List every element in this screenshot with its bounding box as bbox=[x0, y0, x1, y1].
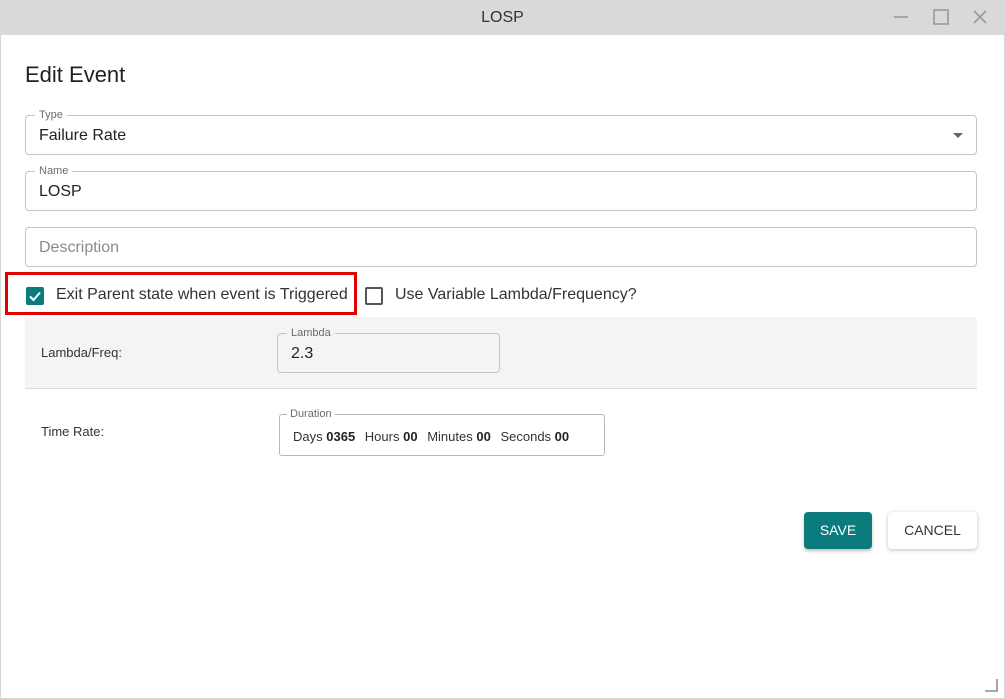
days-label: Days bbox=[293, 429, 323, 444]
close-icon[interactable] bbox=[969, 6, 991, 28]
window-titlebar: LOSP bbox=[0, 0, 1005, 35]
seconds-label: Seconds bbox=[500, 429, 552, 444]
duration-legend: Duration bbox=[287, 407, 335, 421]
minimize-icon[interactable] bbox=[890, 6, 912, 28]
name-input[interactable]: Name LOSP bbox=[25, 164, 977, 211]
minutes-unit[interactable]: Minutes 00 bbox=[427, 429, 491, 444]
duration-input[interactable]: Duration Days 0365 Hours 00 Minutes 00 S… bbox=[279, 407, 605, 456]
cancel-button[interactable]: CANCEL bbox=[888, 512, 977, 549]
minutes-label: Minutes bbox=[427, 429, 473, 444]
chevron-down-icon[interactable] bbox=[953, 133, 963, 138]
save-button[interactable]: SAVE bbox=[804, 512, 872, 549]
lambda-input[interactable]: Lambda 2.3 bbox=[277, 326, 500, 373]
variable-lambda-checkbox[interactable] bbox=[365, 287, 383, 305]
lambda-value: 2.3 bbox=[291, 345, 314, 362]
hours-value: 00 bbox=[403, 429, 418, 444]
exit-parent-label[interactable]: Exit Parent state when event is Triggere… bbox=[56, 286, 348, 304]
window-title: LOSP bbox=[481, 9, 524, 26]
lambda-row: Lambda/Freq: Lambda 2.3 bbox=[25, 317, 977, 389]
hours-unit[interactable]: Hours 00 bbox=[365, 429, 418, 444]
type-select[interactable]: Type Failure Rate bbox=[25, 108, 977, 155]
type-value: Failure Rate bbox=[39, 127, 127, 144]
lambda-legend: Lambda bbox=[287, 326, 335, 340]
lambda-freq-label: Lambda/Freq: bbox=[41, 345, 122, 360]
days-unit[interactable]: Days 0365 bbox=[293, 429, 355, 444]
type-legend: Type bbox=[35, 108, 67, 122]
description-placeholder: Description bbox=[39, 239, 120, 256]
variable-lambda-label[interactable]: Use Variable Lambda/Frequency? bbox=[395, 286, 637, 304]
resize-grip-icon[interactable] bbox=[985, 679, 999, 693]
duration-values: Days 0365 Hours 00 Minutes 00 Seconds 00 bbox=[293, 429, 569, 444]
days-value: 0365 bbox=[326, 429, 356, 444]
maximize-icon[interactable] bbox=[930, 6, 952, 28]
dialog-heading: Edit Event bbox=[25, 62, 126, 87]
minutes-value: 00 bbox=[476, 429, 491, 444]
description-input[interactable]: Description bbox=[25, 227, 977, 267]
exit-parent-checkbox[interactable] bbox=[26, 287, 44, 305]
name-value: LOSP bbox=[39, 183, 82, 200]
checkmark-icon bbox=[29, 291, 41, 302]
hours-label: Hours bbox=[364, 429, 400, 444]
seconds-value: 00 bbox=[554, 429, 570, 444]
seconds-unit[interactable]: Seconds 00 bbox=[500, 429, 569, 444]
name-legend: Name bbox=[35, 164, 73, 178]
time-rate-label: Time Rate: bbox=[41, 424, 105, 439]
